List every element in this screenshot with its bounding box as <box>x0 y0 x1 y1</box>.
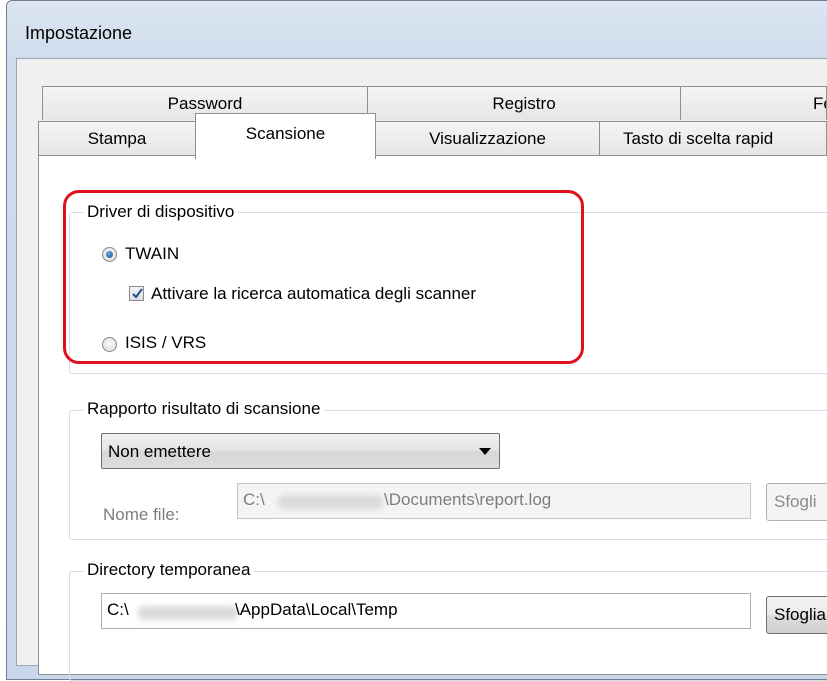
auto-search-label: Attivare la ricerca automatica degli sca… <box>151 284 477 303</box>
tab-label: Visualizzazione <box>429 129 546 148</box>
temp-group-title: Directory temporanea <box>83 560 255 580</box>
driver-group-title: Driver di dispositivo <box>83 202 239 222</box>
isis-radio[interactable] <box>102 337 117 352</box>
twain-radio[interactable] <box>102 247 117 262</box>
filename-prefix: C:\ <box>243 490 265 509</box>
isis-label: ISIS / VRS <box>125 333 207 352</box>
temp-dir-input[interactable]: C:\ \AppData\Local\Temp <box>101 593 751 629</box>
tab-stampa[interactable]: Stampa <box>38 121 196 155</box>
tab-visualizzazione[interactable]: Visualizzazione <box>375 121 600 155</box>
tab-label: Scansione <box>245 124 326 143</box>
tab-label: Registro <box>492 94 556 113</box>
report-group <box>69 410 827 540</box>
check-icon <box>132 288 143 299</box>
twain-label: TWAIN <box>125 244 180 263</box>
auto-search-checkbox[interactable] <box>129 286 144 301</box>
tab-scansione[interactable]: Scansione <box>195 113 376 159</box>
tab-label: Stampa <box>87 129 147 148</box>
redacted-username <box>278 495 383 509</box>
temp-path-prefix: C:\ <box>107 600 129 619</box>
tab-registro[interactable]: Registro <box>367 86 681 120</box>
temp-browse-button[interactable]: Sfoglia <box>766 596 827 634</box>
temp-path-suffix: \AppData\Local\Temp <box>235 600 398 619</box>
chevron-down-icon <box>479 448 491 455</box>
filename-suffix: \Documents\report.log <box>384 490 552 509</box>
filename-label: Nome file: <box>103 505 180 524</box>
tab-label: For <box>813 94 826 113</box>
report-output-value: Non emettere <box>108 442 211 461</box>
tab-label: Tasto di scelta rapid <box>623 129 774 148</box>
tab-tasto-scelta-rapida[interactable]: Tasto di scelta rapid <box>599 121 827 155</box>
tab-label: Password <box>167 94 243 113</box>
report-group-title: Rapporto risultato di scansione <box>83 399 325 419</box>
report-browse-button[interactable]: Sfogli <box>766 483 827 521</box>
tab-font[interactable]: For <box>680 86 827 120</box>
filename-input[interactable]: C:\ \Documents\report.log <box>237 483 751 519</box>
redacted-username <box>138 606 238 620</box>
window-title: Impostazione <box>25 23 133 43</box>
report-output-select[interactable]: Non emettere <box>101 433 500 469</box>
